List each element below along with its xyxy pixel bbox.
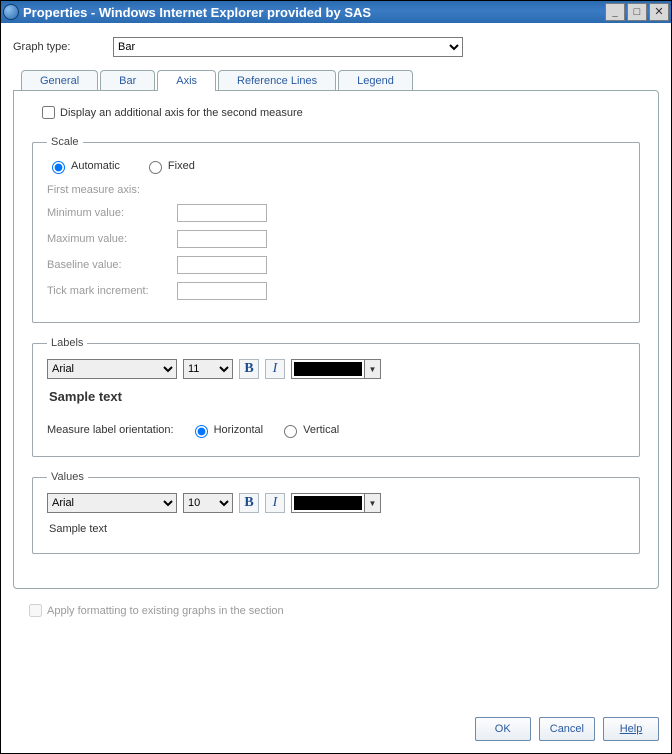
- labels-legend: Labels: [47, 337, 87, 349]
- apply-formatting-label: Apply formatting to existing graphs in t…: [47, 605, 284, 617]
- spacer: [13, 620, 659, 707]
- chevron-down-icon: ▼: [364, 360, 380, 378]
- orientation-horizontal-label: Horizontal: [214, 424, 264, 436]
- window-controls: _ □ ✕: [605, 3, 669, 21]
- dialog-buttons: OK Cancel Help: [1, 707, 671, 753]
- tab-bar[interactable]: Bar: [100, 70, 155, 91]
- max-value-input[interactable]: [177, 230, 267, 248]
- minimize-button[interactable]: _: [605, 3, 625, 21]
- apply-formatting-checkbox[interactable]: [29, 604, 42, 617]
- scale-radio-row: Automatic Fixed: [47, 158, 625, 174]
- tab-general[interactable]: General: [21, 70, 98, 91]
- scale-fixed-option[interactable]: Fixed: [144, 158, 195, 174]
- close-button[interactable]: ✕: [649, 3, 669, 21]
- labels-sample-text: Sample text: [49, 389, 625, 404]
- ie-icon: [3, 4, 19, 20]
- values-fieldset: Values Arial 10 B I ▼ Sample text: [32, 471, 640, 554]
- values-legend: Values: [47, 471, 88, 483]
- display-additional-axis-row: Display an additional axis for the secon…: [38, 103, 640, 122]
- baseline-value-label: Baseline value:: [47, 259, 177, 271]
- tick-increment-label: Tick mark increment:: [47, 285, 177, 297]
- min-value-label: Minimum value:: [47, 207, 177, 219]
- values-sample-text: Sample text: [49, 523, 625, 535]
- tabstrip: General Bar Axis Reference Lines Legend: [13, 69, 659, 90]
- labels-bold-button[interactable]: B: [239, 359, 259, 379]
- chevron-down-icon: ▼: [364, 494, 380, 512]
- labels-color-select[interactable]: ▼: [291, 359, 381, 379]
- scale-legend: Scale: [47, 136, 83, 148]
- scale-fixed-label: Fixed: [168, 160, 195, 172]
- maximize-button[interactable]: □: [627, 3, 647, 21]
- tab-axis[interactable]: Axis: [157, 70, 216, 91]
- orientation-vertical-label: Vertical: [303, 424, 339, 436]
- display-additional-axis-checkbox[interactable]: [42, 106, 55, 119]
- max-value-row: Maximum value:: [47, 230, 625, 248]
- scale-fieldset: Scale Automatic Fixed First measure axis…: [32, 136, 640, 323]
- scale-automatic-option[interactable]: Automatic: [47, 158, 120, 174]
- min-value-input[interactable]: [177, 204, 267, 222]
- labels-fieldset: Labels Arial 11 B I ▼ Sample text: [32, 337, 640, 457]
- labels-font-row: Arial 11 B I ▼: [47, 359, 625, 379]
- orientation-vertical-radio[interactable]: [284, 425, 297, 438]
- tab-legend[interactable]: Legend: [338, 70, 413, 91]
- tab-reference-lines[interactable]: Reference Lines: [218, 70, 336, 91]
- properties-window: Properties - Windows Internet Explorer p…: [0, 0, 672, 754]
- values-font-select[interactable]: Arial: [47, 493, 177, 513]
- axis-panel: Display an additional axis for the secon…: [13, 90, 659, 589]
- baseline-value-input[interactable]: [177, 256, 267, 274]
- graph-type-select[interactable]: Bar: [113, 37, 463, 57]
- display-additional-axis-label: Display an additional axis for the secon…: [60, 107, 303, 119]
- labels-color-swatch: [294, 362, 362, 376]
- scale-fixed-radio[interactable]: [149, 161, 162, 174]
- first-measure-axis-label: First measure axis:: [47, 184, 625, 196]
- orientation-horizontal-option[interactable]: Horizontal: [190, 422, 264, 438]
- labels-italic-button[interactable]: I: [265, 359, 285, 379]
- window-title: Properties - Windows Internet Explorer p…: [23, 5, 605, 20]
- orientation-label: Measure label orientation:: [47, 424, 174, 436]
- help-button[interactable]: Help: [603, 717, 659, 741]
- apply-formatting-row: Apply formatting to existing graphs in t…: [25, 601, 653, 620]
- tick-increment-input[interactable]: [177, 282, 267, 300]
- values-color-select[interactable]: ▼: [291, 493, 381, 513]
- labels-size-select[interactable]: 11: [183, 359, 233, 379]
- scale-automatic-label: Automatic: [71, 160, 120, 172]
- graph-type-label: Graph type:: [13, 41, 113, 53]
- orientation-horizontal-radio[interactable]: [195, 425, 208, 438]
- scale-automatic-radio[interactable]: [52, 161, 65, 174]
- ok-button[interactable]: OK: [475, 717, 531, 741]
- graph-type-row: Graph type: Bar: [13, 37, 659, 57]
- tick-increment-row: Tick mark increment:: [47, 282, 625, 300]
- orientation-vertical-option[interactable]: Vertical: [279, 422, 339, 438]
- values-italic-button[interactable]: I: [265, 493, 285, 513]
- labels-font-select[interactable]: Arial: [47, 359, 177, 379]
- max-value-label: Maximum value:: [47, 233, 177, 245]
- values-size-select[interactable]: 10: [183, 493, 233, 513]
- baseline-value-row: Baseline value:: [47, 256, 625, 274]
- values-bold-button[interactable]: B: [239, 493, 259, 513]
- orientation-row: Measure label orientation: Horizontal Ve…: [47, 422, 625, 438]
- values-color-swatch: [294, 496, 362, 510]
- titlebar: Properties - Windows Internet Explorer p…: [1, 1, 671, 23]
- cancel-button[interactable]: Cancel: [539, 717, 595, 741]
- min-value-row: Minimum value:: [47, 204, 625, 222]
- content-area: Graph type: Bar General Bar Axis Referen…: [1, 23, 671, 707]
- bottom-options: Apply formatting to existing graphs in t…: [13, 589, 659, 620]
- values-font-row: Arial 10 B I ▼: [47, 493, 625, 513]
